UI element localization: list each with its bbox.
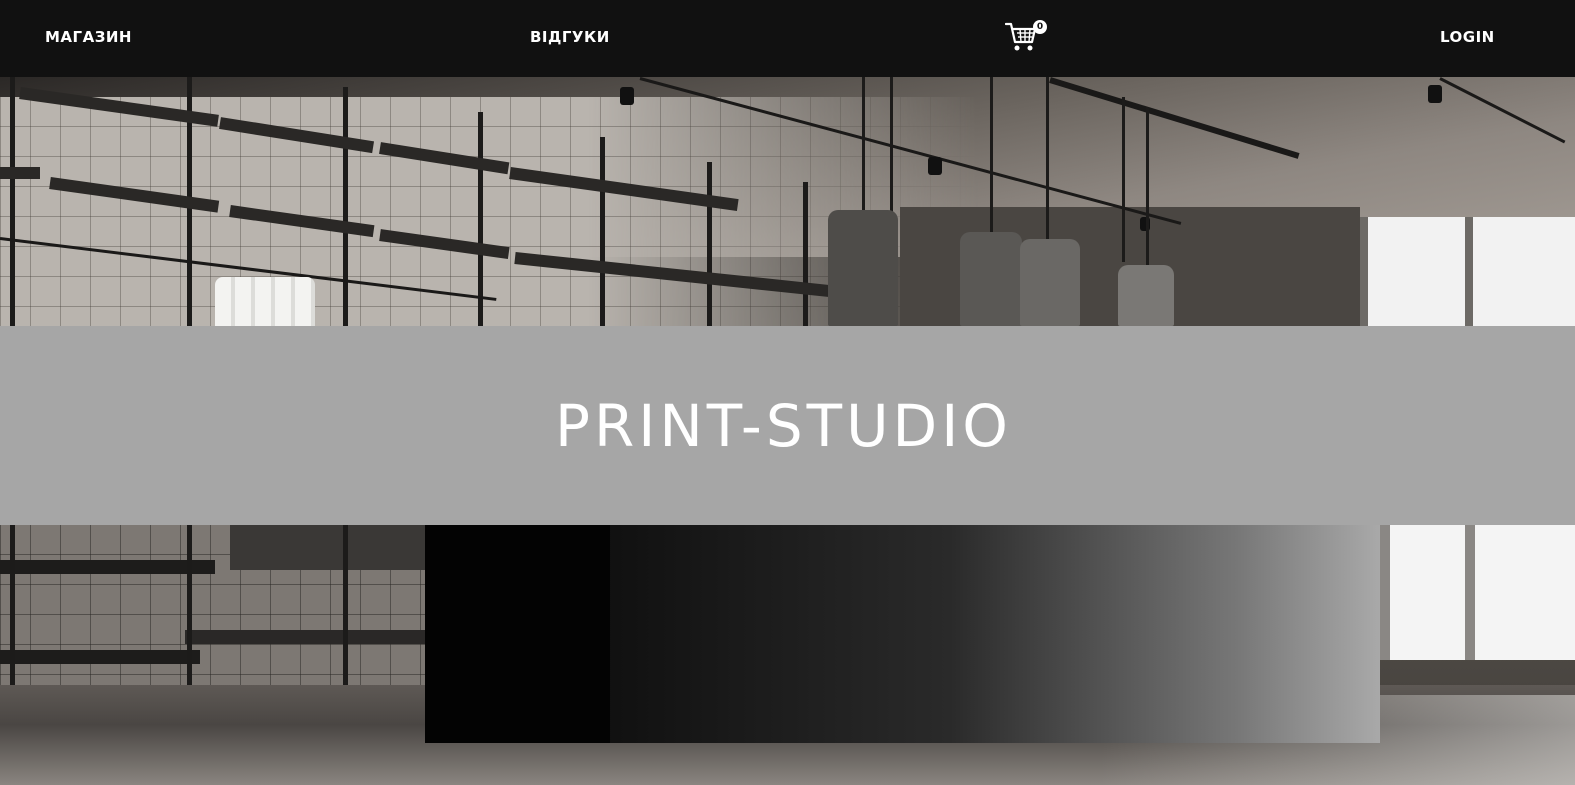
hero-banner: PRINT-STUDIO [0,326,1575,525]
cart-button[interactable]: 0 [1005,20,1047,54]
nav-link-login[interactable]: LOGIN [1440,28,1495,46]
nav-link-shop[interactable]: МАГАЗИН [45,28,132,46]
nav-link-reviews[interactable]: ВІДГУКИ [530,28,610,46]
top-navigation: МАГАЗИН ВІДГУКИ 0 LOGIN [0,0,1575,77]
cart-count-badge: 0 [1033,20,1047,34]
hero-title: PRINT-STUDIO [555,391,1012,460]
